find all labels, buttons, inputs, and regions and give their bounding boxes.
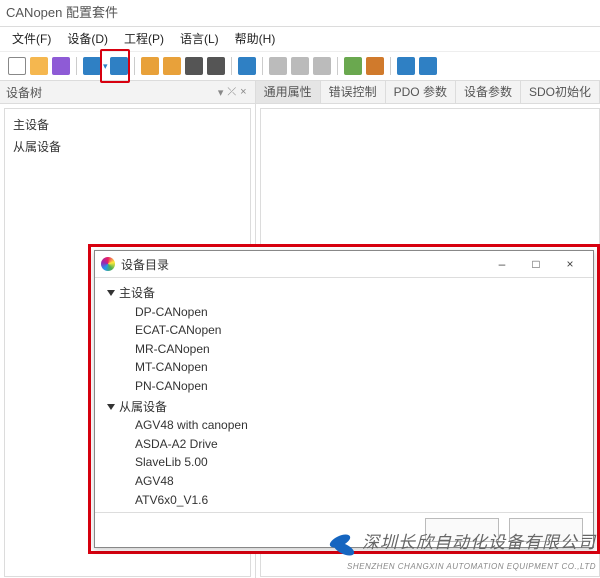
catalog-item[interactable]: ECAT-CANopen xyxy=(107,321,581,340)
catalog-item[interactable]: ATV6x0_V1.6 xyxy=(107,491,581,510)
catalog-item[interactable]: PN-CANopen xyxy=(107,377,581,396)
catalog-item[interactable]: DP-CANopen xyxy=(107,303,581,322)
toolbar: ▾ xyxy=(0,51,600,81)
menu-file[interactable]: 文件(F) xyxy=(4,27,59,51)
export-icon[interactable] xyxy=(366,57,384,75)
menu-help[interactable]: 帮助(H) xyxy=(227,27,284,51)
window-titlebar: CANopen 配置套件 xyxy=(0,0,600,27)
tree-icon[interactable] xyxy=(83,57,101,75)
help-icon[interactable] xyxy=(419,57,437,75)
device-catalog-dialog: 设备目录 – □ × 主设备DP-CANopenECAT-CANopenMR-C… xyxy=(94,250,594,548)
wand-icon[interactable] xyxy=(185,57,203,75)
device-tree-header: 设备树 ▾ ⤫ × xyxy=(0,81,255,104)
menu-language[interactable]: 语言(L) xyxy=(172,27,227,51)
dropdown-icon[interactable]: ▾ xyxy=(218,86,224,99)
tab-3[interactable]: 设备参数 xyxy=(456,81,521,103)
catalog-item[interactable]: MR-CANopen xyxy=(107,340,581,359)
chevron-down-icon xyxy=(107,404,115,410)
play-icon[interactable] xyxy=(291,57,309,75)
new-icon[interactable] xyxy=(8,57,26,75)
window-title: CANopen 配置套件 xyxy=(6,5,118,20)
dialog-ok-button[interactable] xyxy=(425,518,499,542)
tree-item[interactable]: 主设备 xyxy=(13,115,242,137)
edit-icon[interactable] xyxy=(141,57,159,75)
table-icon[interactable] xyxy=(397,57,415,75)
menu-project[interactable]: 工程(P) xyxy=(116,27,172,51)
catalog-item[interactable]: MT-CANopen xyxy=(107,358,581,377)
minimize-button[interactable]: – xyxy=(485,254,519,274)
folder-open-icon[interactable] xyxy=(163,57,181,75)
tree-item[interactable]: 从属设备 xyxy=(13,137,242,159)
catalog-item[interactable]: ASDA-A2 Drive xyxy=(107,435,581,454)
tab-2[interactable]: PDO 参数 xyxy=(386,81,456,103)
dialog-titlebar[interactable]: 设备目录 – □ × xyxy=(95,251,593,278)
dialog-title: 设备目录 xyxy=(121,256,485,273)
menubar: 文件(F) 设备(D) 工程(P) 语言(L) 帮助(H) xyxy=(0,27,600,51)
tab-1[interactable]: 错误控制 xyxy=(321,81,386,103)
close-button[interactable]: × xyxy=(553,254,587,274)
refresh-sync-icon[interactable] xyxy=(238,57,256,75)
device-tree-title: 设备树 xyxy=(6,84,42,101)
tab-4[interactable]: SDO初始化 xyxy=(521,81,600,103)
pin-icon[interactable]: ⤫ xyxy=(227,86,236,99)
highlight-rect xyxy=(100,49,130,83)
dialog-body: 主设备DP-CANopenECAT-CANopenMR-CANopenMT-CA… xyxy=(95,278,593,512)
catalog-item[interactable]: SlaveLib 5.00 xyxy=(107,453,581,472)
maximize-button[interactable]: □ xyxy=(519,254,553,274)
pause-icon[interactable] xyxy=(313,57,331,75)
catalog-group[interactable]: 从属设备 xyxy=(107,398,581,417)
save2-icon[interactable] xyxy=(344,57,362,75)
stop-icon[interactable] xyxy=(269,57,287,75)
tabs: 通用属性错误控制PDO 参数设备参数SDO初始化 xyxy=(256,81,600,104)
open-icon[interactable] xyxy=(30,57,48,75)
catalog-item[interactable]: AGV48 with canopen xyxy=(107,416,581,435)
chevron-down-icon xyxy=(107,290,115,296)
dialog-cancel-button[interactable] xyxy=(509,518,583,542)
menu-device[interactable]: 设备(D) xyxy=(59,27,116,51)
gear-icon[interactable] xyxy=(207,57,225,75)
dialog-footer xyxy=(95,512,593,547)
catalog-group[interactable]: 主设备 xyxy=(107,284,581,303)
tab-0[interactable]: 通用属性 xyxy=(256,81,321,103)
catalog-item[interactable]: AGV48 xyxy=(107,472,581,491)
close-pane-icon[interactable]: × xyxy=(240,86,246,98)
save-icon[interactable] xyxy=(52,57,70,75)
dialog-highlight-frame: 设备目录 – □ × 主设备DP-CANopenECAT-CANopenMR-C… xyxy=(88,244,600,554)
dialog-app-icon xyxy=(101,257,115,271)
